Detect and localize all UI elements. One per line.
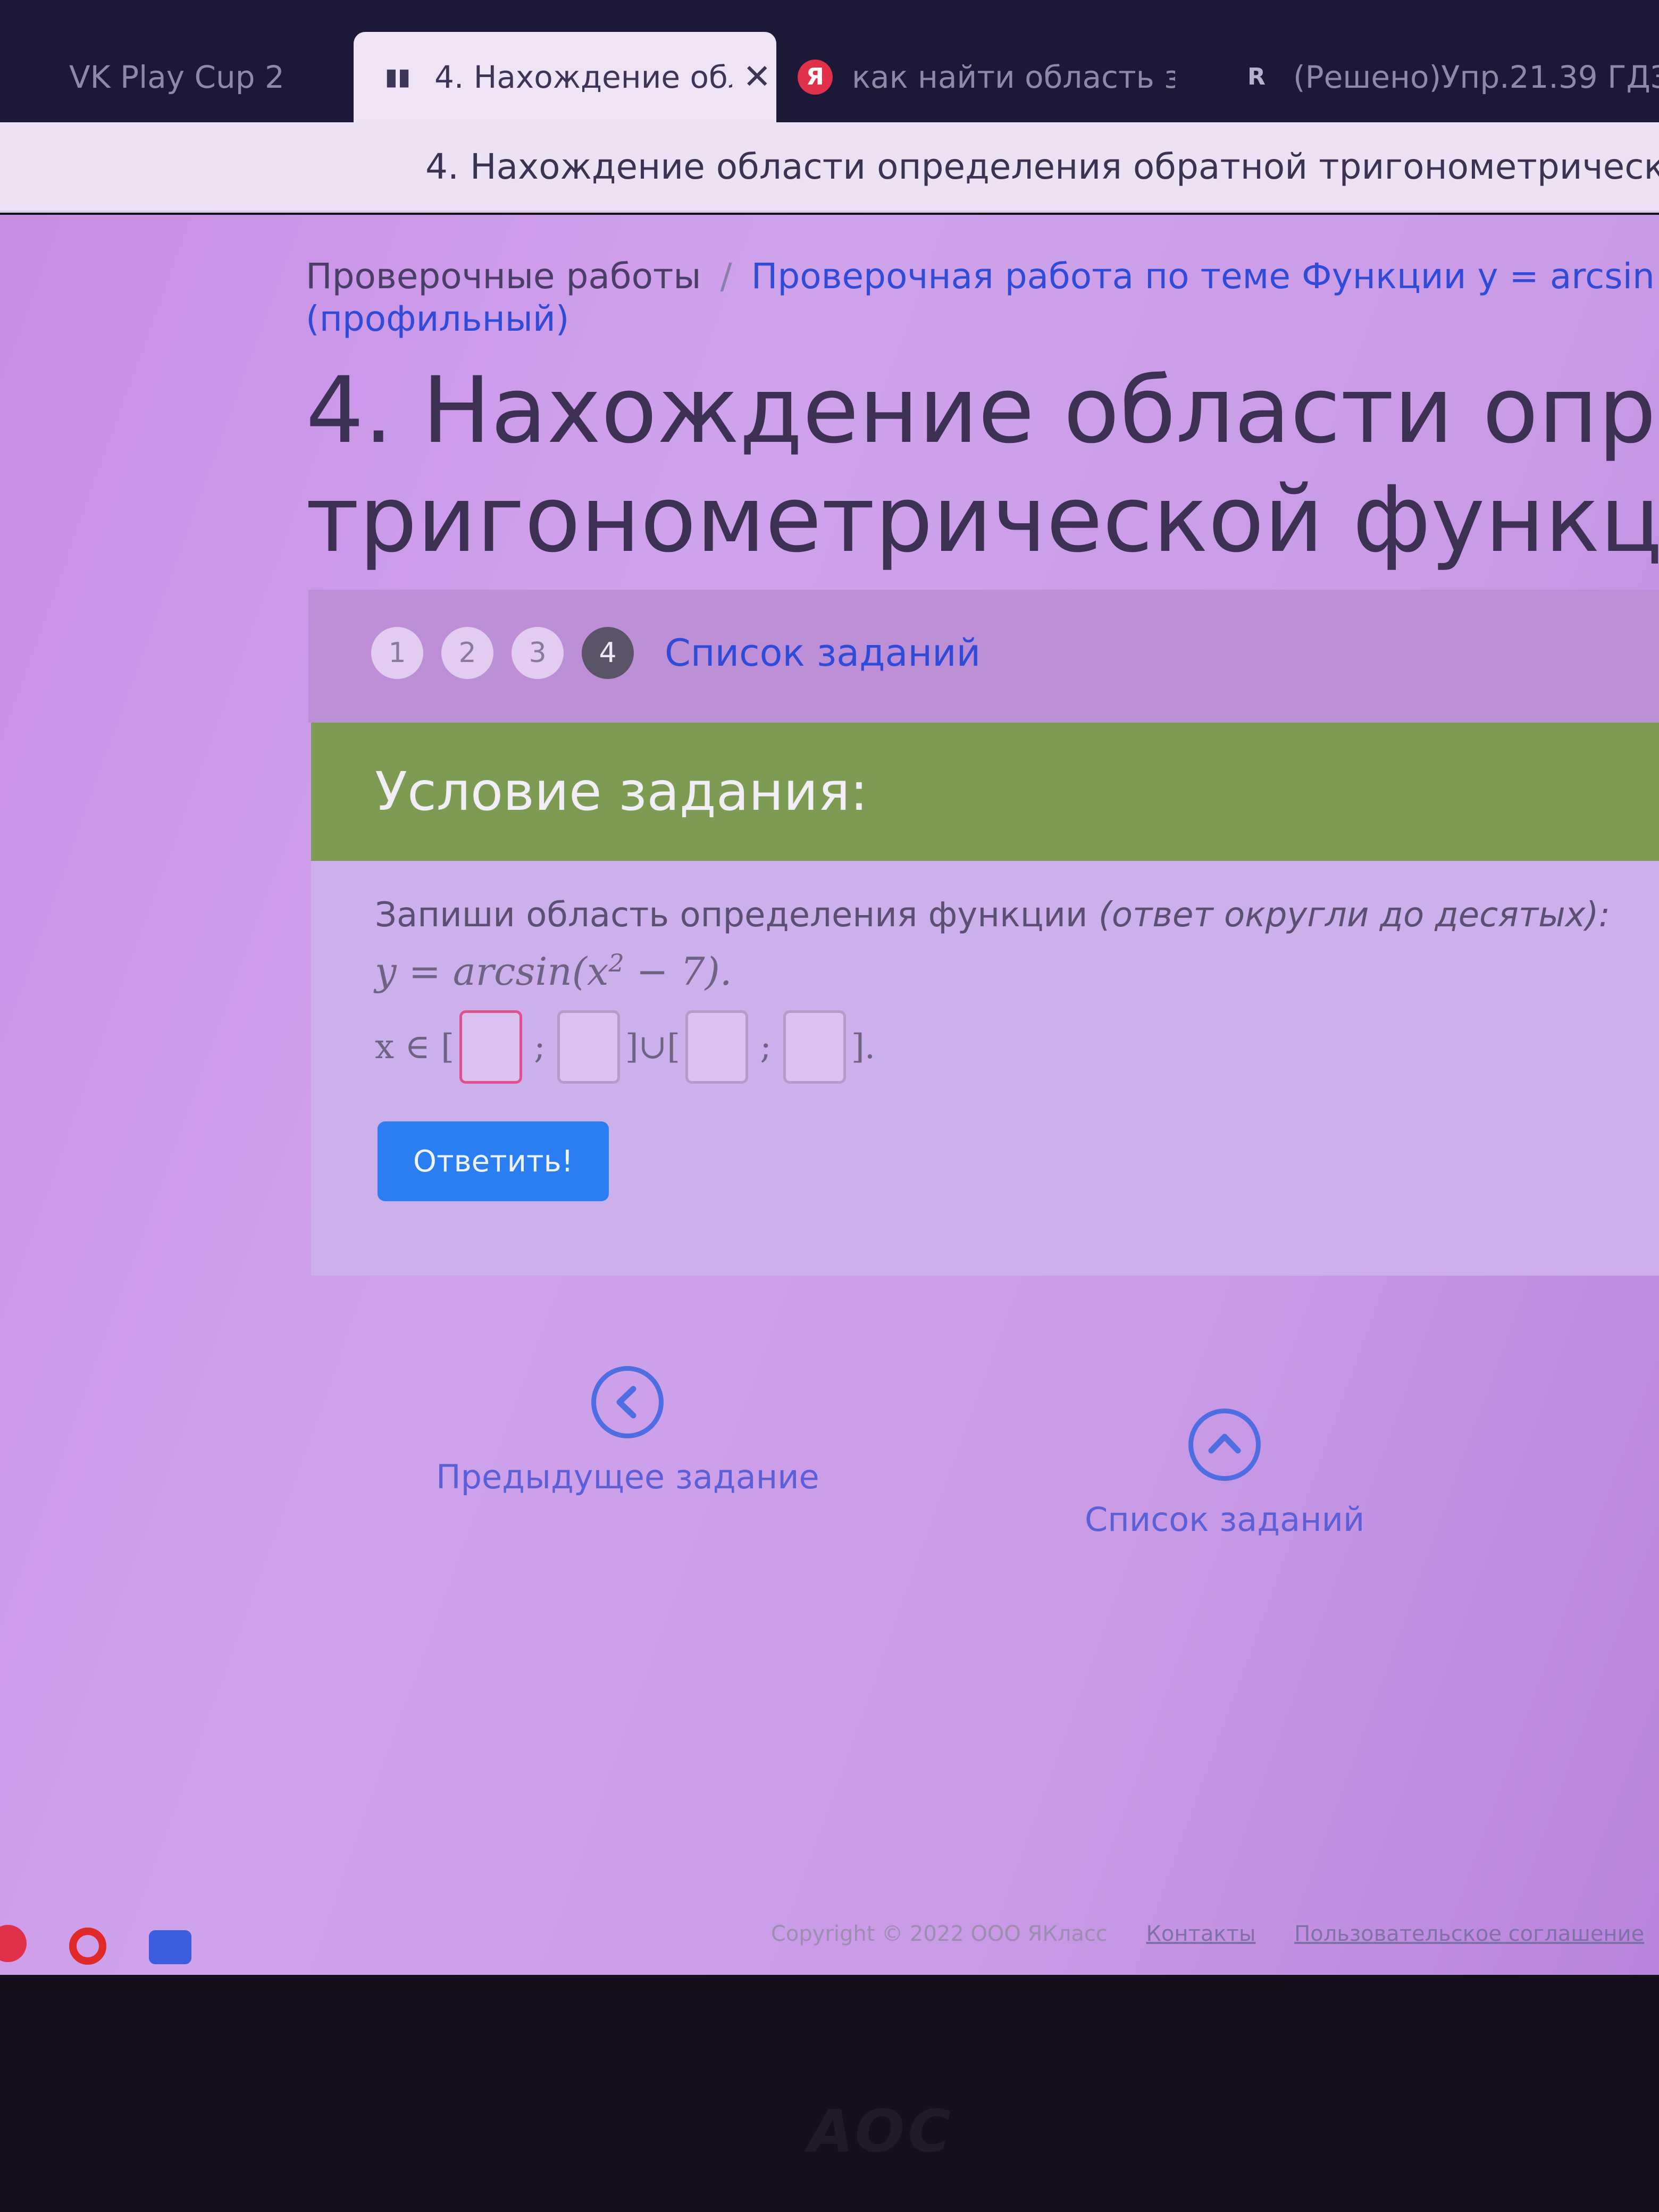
footer: Copyright © 2022 ООО ЯКласс Контакты Пол… xyxy=(771,1922,1644,1946)
semicolon-2: ; xyxy=(760,1027,772,1067)
previous-task-link[interactable]: Предыдущее задание xyxy=(436,1366,819,1496)
task-steps-bar: 1 2 3 4 Список заданий xyxy=(308,590,1659,723)
browser-tab-bar: VK Play Cup 2 ▮▮ 4. Нахождение области ✕… xyxy=(0,0,1659,122)
task-text: Запиши область определения функции xyxy=(375,895,1099,935)
task-card: Условие задания: Запиши область определе… xyxy=(311,723,1659,1276)
interval-2-start-input[interactable] xyxy=(685,1010,749,1084)
close-icon[interactable]: ✕ xyxy=(743,57,772,97)
task-statement: Запиши область определения функции (отве… xyxy=(375,893,1651,937)
answer-prefix: x ∈ [ xyxy=(375,1027,455,1067)
tab-active-task[interactable]: ▮▮ 4. Нахождение области ✕ xyxy=(354,32,776,122)
monitor-brand-logo: AOC xyxy=(808,2097,954,2165)
book-icon: ▮▮ xyxy=(384,63,411,90)
breadcrumb-separator: / xyxy=(720,256,732,297)
semicolon-1: ; xyxy=(534,1027,546,1067)
step-4-button[interactable]: 4 xyxy=(582,627,634,679)
tab-yandex-search[interactable]: Я как найти область значе xyxy=(792,32,1175,122)
heading-line-1: 4. Нахождение области определения xyxy=(306,357,1659,464)
union-symbol: ]∪[ xyxy=(625,1027,681,1067)
formula-main: y = arcsin(x xyxy=(375,949,609,994)
page-title-bar: 4. Нахождение области определения обратн… xyxy=(0,122,1659,213)
step-3-button[interactable]: 3 xyxy=(512,627,564,679)
tab-label: 4. Нахождение области xyxy=(434,59,732,95)
chevron-up-icon xyxy=(1188,1409,1261,1481)
tab-reshak[interactable]: R (Решено)Упр.21.39 ГДЗ xyxy=(1223,32,1659,122)
page-content: Проверочные работы / Проверочная работа по… xyxy=(0,215,1659,1975)
formula-power: 2 xyxy=(608,949,624,977)
breadcrumb-root[interactable]: Проверочные работы xyxy=(306,256,701,297)
page-heading: 4. Нахождение области определения тригон… xyxy=(306,356,1659,574)
breadcrumb-current-continued[interactable]: (профильный) xyxy=(306,298,569,339)
previous-task-label: Предыдущее задание xyxy=(436,1457,819,1496)
heading-line-2: тригонометрической функции xyxy=(306,466,1659,573)
discord-icon[interactable] xyxy=(149,1930,191,1964)
monitor-bezel: AOC xyxy=(0,1975,1659,2212)
tab-label: как найти область значе xyxy=(852,59,1175,95)
interval-1-start-input[interactable] xyxy=(459,1010,523,1084)
user-agreement-link[interactable]: Пользовательское соглашение xyxy=(1294,1922,1644,1946)
page-title: 4. Нахождение области определения обратн… xyxy=(425,146,1659,187)
task-note: (ответ округли до десятых): xyxy=(1098,895,1611,935)
chevron-left-icon xyxy=(591,1366,664,1438)
reshak-icon: R xyxy=(1247,63,1266,90)
tab-label: (Решено)Упр.21.39 ГДЗ xyxy=(1293,59,1659,95)
formula-tail: − 7). xyxy=(624,949,732,994)
task-list-nav-label: Список заданий xyxy=(1085,1500,1365,1539)
tab-vk-play-cup[interactable]: VK Play Cup 2 xyxy=(0,32,346,122)
copyright-text: Copyright © 2022 ООО ЯКласс xyxy=(771,1922,1108,1946)
task-formula: y = arcsin(x2 − 7). xyxy=(375,949,732,994)
interval-1-end-input[interactable] xyxy=(557,1010,620,1084)
task-list-nav-link[interactable]: Список заданий xyxy=(1085,1409,1364,1539)
tab-label: VK Play Cup 2 xyxy=(69,59,284,95)
yandex-icon: Я xyxy=(798,60,833,95)
answer-row: x ∈ [ ; ]∪[ ; ]. xyxy=(375,1007,875,1087)
task-list-link[interactable]: Список заданий xyxy=(665,631,981,675)
step-2-button[interactable]: 2 xyxy=(441,627,493,679)
submit-answer-button[interactable]: Ответить! xyxy=(378,1121,609,1201)
task-header: Условие задания: xyxy=(311,723,1659,861)
breadcrumb: Проверочные работы / Проверочная работа по… xyxy=(306,255,1659,298)
step-1-button[interactable]: 1 xyxy=(371,627,423,679)
answer-closing: ]. xyxy=(851,1027,876,1067)
contacts-link[interactable]: Контакты xyxy=(1146,1922,1256,1946)
interval-2-end-input[interactable] xyxy=(783,1010,846,1084)
opera-icon[interactable] xyxy=(69,1928,106,1965)
breadcrumb-current[interactable]: Проверочная работа по теме Функции y = a… xyxy=(751,256,1659,297)
